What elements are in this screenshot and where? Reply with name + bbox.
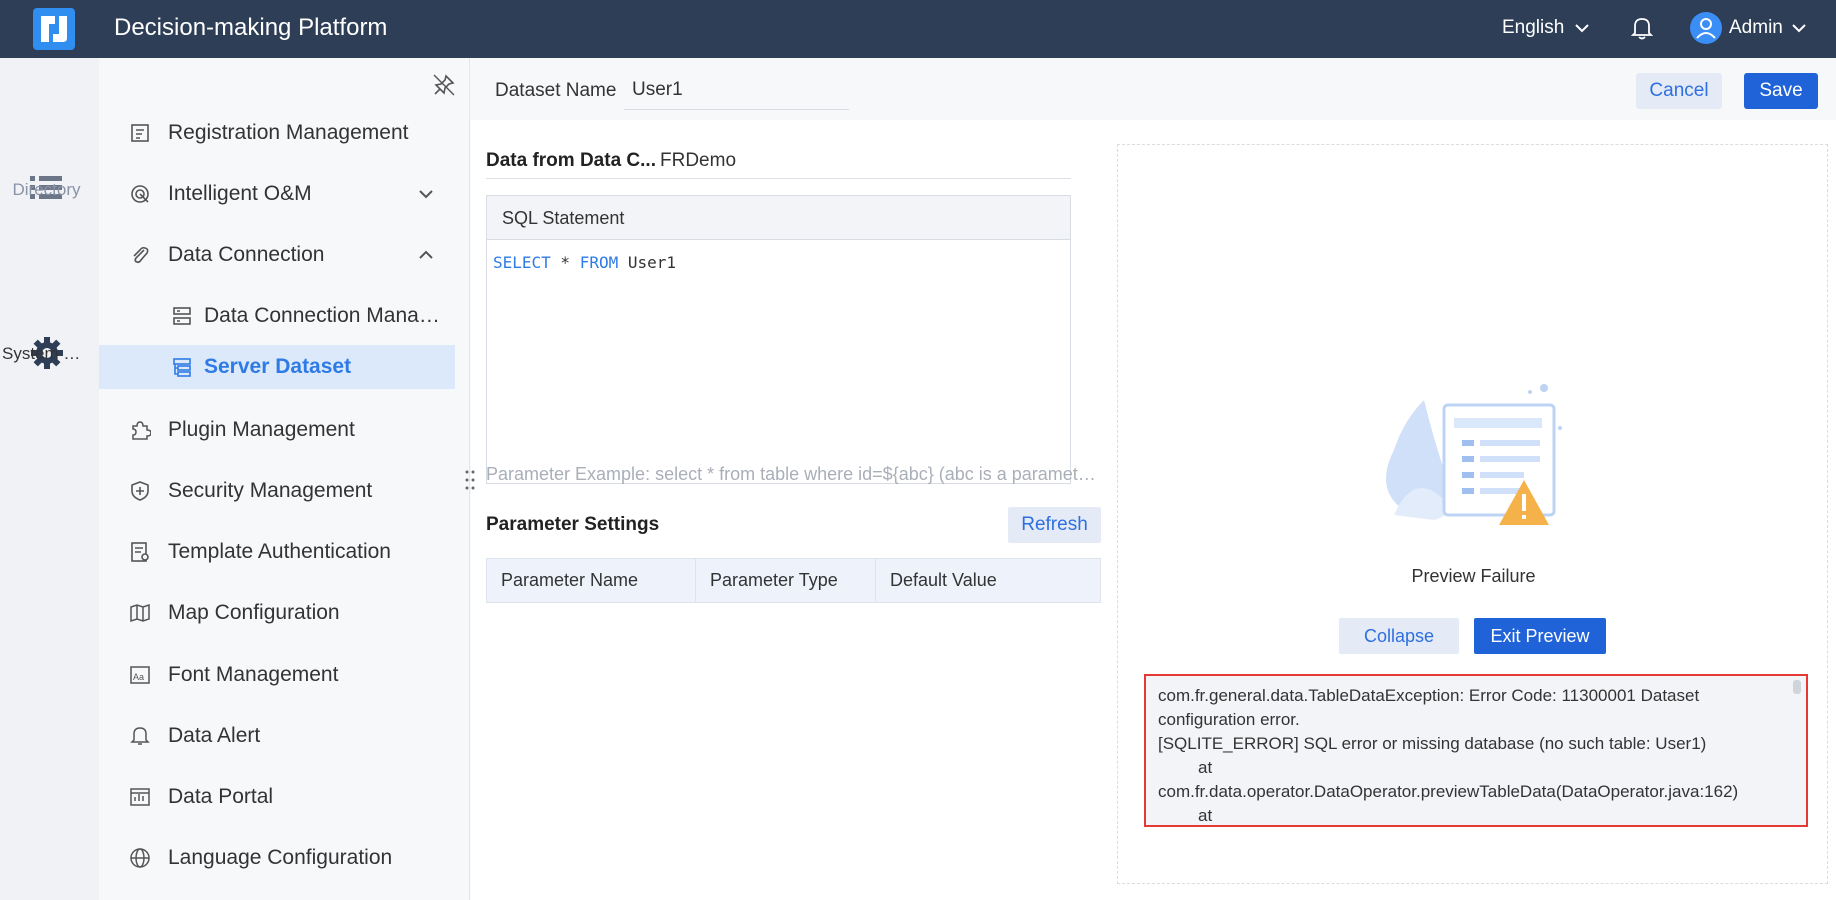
sidebar-item-data-connection-management[interactable]: Data Connection Management (99, 294, 455, 338)
radar-icon (131, 185, 149, 203)
error-message-box[interactable]: com.fr.general.data.TableDataException: … (1144, 674, 1808, 827)
column-header: Parameter Type (696, 559, 876, 602)
sidebar-item-language-configuration[interactable]: Language Configuration (99, 836, 455, 880)
shield-icon (131, 481, 149, 501)
sidebar-item-label: Security Management (168, 479, 373, 502)
avatar[interactable] (1690, 12, 1722, 44)
sidebar-item-label: Data Connection (168, 243, 325, 266)
sidebar-item-font-management[interactable]: Aa Font Management (99, 653, 455, 697)
svg-text:Aa: Aa (133, 672, 144, 682)
chevron-up-icon[interactable] (416, 245, 436, 265)
sidebar-item-server-dataset[interactable]: Server Dataset (99, 345, 455, 389)
dataset-icon (173, 358, 191, 377)
sidebar-item-data-connection[interactable]: Data Connection (99, 233, 455, 277)
font-icon: Aa (130, 666, 150, 684)
user-name[interactable]: Admin (1729, 16, 1783, 40)
cancel-button[interactable]: Cancel (1636, 73, 1722, 109)
globe-icon (130, 848, 150, 868)
rail-directory-label[interactable]: Directory (0, 180, 93, 200)
column-header: Default Value (890, 570, 997, 590)
bell-icon[interactable] (1630, 15, 1654, 41)
error-line: [SQLITE_ERROR] SQL error or missing data… (1158, 734, 1707, 753)
user-icon (1696, 18, 1716, 39)
sidebar-item-data-portal[interactable]: Data Portal (99, 775, 455, 819)
sidebar-item-intelligent-om[interactable]: Intelligent O&M (99, 172, 455, 216)
preview-panel: Preview Failure Collapse Exit Preview co… (1117, 144, 1828, 884)
preview-status: Preview Failure (1411, 566, 1536, 586)
pin-icon[interactable] (432, 73, 456, 97)
save-button[interactable]: Save (1744, 73, 1818, 109)
sidebar-item-map-configuration[interactable]: Map Configuration (99, 591, 455, 635)
paperclip-icon (133, 246, 149, 264)
dataset-editor: Dataset Name Cancel Save Data from Data … (465, 58, 1836, 900)
sql-table: User1 (618, 253, 677, 272)
sidebar-item-data-alert[interactable]: Data Alert (99, 714, 455, 758)
sidebar-item-label: Map Configuration (168, 601, 340, 624)
data-source-label: Data from Data C... (486, 150, 656, 171)
sidebar-item-label: Server Dataset (204, 355, 352, 378)
registration-icon (131, 124, 149, 142)
sidebar-item-label: Data Connection Management (204, 304, 450, 327)
chevron-down-icon[interactable] (1789, 18, 1809, 38)
sidebar-item-label: Intelligent O&M (168, 182, 312, 205)
bell-icon (130, 727, 150, 745)
sql-keyword: SELECT (493, 253, 551, 272)
sql-header: SQL Statement (487, 196, 1070, 240)
error-line: at (1198, 758, 1213, 777)
top-bar: Decision-making Platform English Admin (0, 0, 1836, 58)
collapse-button[interactable]: Collapse (1339, 618, 1459, 654)
language-selector[interactable]: English (1502, 16, 1564, 40)
portal-chart-icon (130, 788, 150, 806)
divider (486, 178, 1071, 179)
sidebar-item-label: Data Portal (168, 785, 274, 808)
template-auth-icon (131, 542, 149, 562)
sidebar-item-plugin-management[interactable]: Plugin Management (99, 408, 455, 452)
exit-preview-button[interactable]: Exit Preview (1474, 618, 1606, 654)
puzzle-icon (132, 421, 151, 440)
dataset-name-label: Dataset Name (495, 80, 617, 101)
sidebar-item-label: Font Management (168, 663, 339, 686)
sidebar-item-label: Template Authentication (168, 540, 391, 563)
sidebar-item-label: Registration Management (168, 121, 409, 144)
preview-failure-illustration (1386, 384, 1562, 525)
sql-keyword: FROM (579, 253, 619, 272)
dataset-header: Dataset Name Cancel Save (471, 58, 1836, 120)
sql-code[interactable]: SELECT * FROM User1 (487, 240, 1070, 285)
sidebar-item-registration[interactable]: Registration Management (99, 111, 455, 155)
data-source-select[interactable]: FRDemo (660, 150, 736, 172)
server-icon (173, 307, 191, 325)
rail-system-label[interactable]: System Management (0, 344, 93, 364)
sidebar-menu: Registration Management Intelligent O&M … (99, 58, 470, 900)
chevron-down-icon[interactable] (1572, 18, 1592, 38)
parameter-settings-label: Parameter Settings (486, 514, 660, 535)
sql-editor[interactable]: SQL Statement SELECT * FROM User1 (486, 195, 1071, 484)
scrollbar[interactable] (1793, 680, 1801, 694)
error-line: at (1198, 806, 1213, 825)
chevron-down-icon[interactable] (416, 184, 436, 204)
column-header: Parameter Name (487, 559, 696, 602)
parameter-table-header: Parameter Name Parameter Type Default Va… (486, 558, 1101, 603)
sidebar-item-template-authentication[interactable]: Template Authentication (99, 530, 455, 574)
dataset-name-input[interactable] (624, 70, 849, 110)
map-icon (130, 603, 150, 623)
sidebar-item-label: Plugin Management (168, 418, 355, 441)
parameter-hint: Parameter Example: select * from table w… (486, 464, 1101, 484)
left-rail: Directory System Management (0, 58, 99, 900)
refresh-button[interactable]: Refresh (1008, 507, 1101, 543)
error-line: com.fr.general.data.TableDataException: … (1158, 686, 1700, 705)
app-title: Decision-making Platform (114, 14, 388, 41)
resize-handle-icon[interactable] (463, 468, 477, 492)
sql-text: * (550, 253, 580, 272)
app-logo[interactable] (33, 8, 75, 50)
error-line: configuration error. (1158, 710, 1300, 729)
error-line: com.fr.data.operator.DataOperator.previe… (1158, 782, 1739, 801)
sidebar-item-security-management[interactable]: Security Management (99, 469, 455, 513)
sidebar-item-label: Language Configuration (168, 846, 393, 869)
sidebar-item-label: Data Alert (168, 724, 261, 747)
